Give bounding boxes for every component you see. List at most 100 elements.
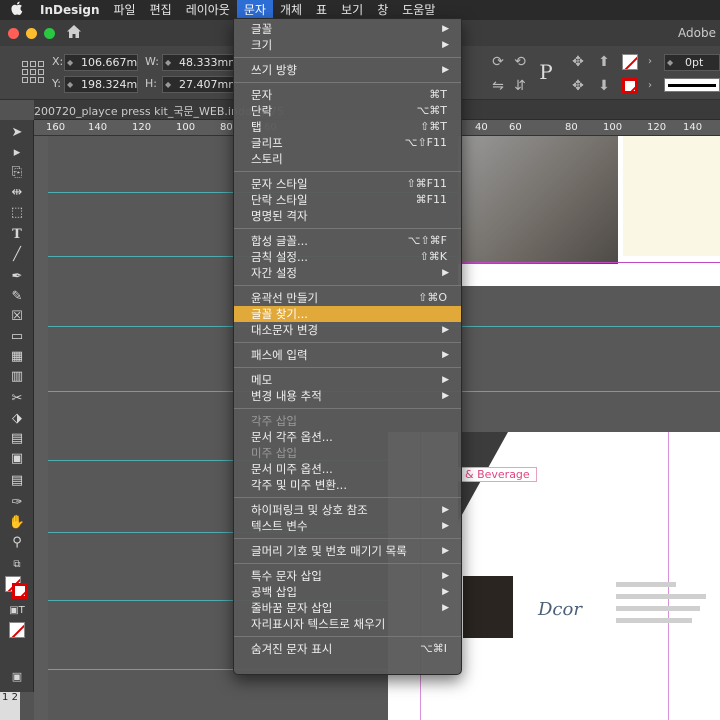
fill-arrow-icon[interactable]: ›: [640, 52, 660, 72]
menubar-item[interactable]: 파일: [107, 0, 143, 20]
menubar-item[interactable]: 개체: [273, 0, 309, 20]
select-previous-icon[interactable]: ⬆: [594, 52, 614, 72]
menu-item[interactable]: 메모 ▶: [234, 372, 461, 388]
stroke-arrow-icon[interactable]: ›: [640, 76, 660, 96]
menu-item[interactable]: 쓰기 방향 ▶: [234, 62, 461, 78]
menu-item[interactable]: 윤곽선 만들기 ⇧⌘O: [234, 290, 461, 306]
note-tool-icon[interactable]: ▤: [8, 472, 26, 490]
minimize-window-button[interactable]: [26, 28, 37, 39]
menu-item[interactable]: 패스에 입력 ▶: [234, 347, 461, 363]
stroke-type-field[interactable]: [664, 78, 720, 92]
x-position-field[interactable]: ◆106.667mm: [64, 54, 138, 71]
eyedropper-tool-icon[interactable]: ✑: [8, 494, 26, 512]
paragraph-symbol-icon[interactable]: P: [536, 62, 556, 82]
menu-item[interactable]: 글꼴 찾기...: [234, 306, 461, 322]
close-window-button[interactable]: [8, 28, 19, 39]
select-container-icon[interactable]: ✥: [568, 52, 588, 72]
menubar-item[interactable]: 창: [370, 0, 395, 20]
menu-item[interactable]: 변경 내용 추적 ▶: [234, 388, 461, 404]
content-collector-icon[interactable]: ⬚: [8, 204, 26, 222]
menu-item[interactable]: 특수 문자 삽입 ▶: [234, 568, 461, 584]
menu-item[interactable]: 스토리: [234, 151, 461, 167]
menu-item[interactable]: 하이퍼링크 및 상호 참조 ▶: [234, 502, 461, 518]
stroke-color-icon[interactable]: [12, 583, 28, 599]
rotate-icon[interactable]: ⟳: [488, 52, 508, 72]
pen-tool-icon[interactable]: ✒: [8, 268, 26, 286]
menu-item[interactable]: 공백 삽입 ▶: [234, 584, 461, 600]
menu-item[interactable]: 문서 미주 옵션...: [234, 461, 461, 477]
selection-tool-icon[interactable]: ➤: [8, 124, 26, 142]
vertical-ruler[interactable]: [34, 136, 48, 720]
gradient-swatch-tool-icon[interactable]: ▤: [8, 430, 26, 448]
menubar-item[interactable]: 편집: [143, 0, 179, 20]
gradient-feather-tool-icon[interactable]: ▣: [8, 450, 26, 468]
free-transform-tool-icon[interactable]: ⬗: [8, 410, 26, 428]
column-guide: [668, 432, 669, 720]
restaurant-thumbnail-image[interactable]: [463, 576, 513, 638]
menu-item[interactable]: 탭 ⇧⌘T: [234, 119, 461, 135]
menu-item[interactable]: 자간 설정 ▶: [234, 265, 461, 281]
type-tool-icon[interactable]: T: [8, 226, 26, 244]
height-field[interactable]: ◆ 27.407mm: [162, 76, 236, 93]
grid-tool-icon[interactable]: ▥: [8, 368, 26, 386]
menubar-item[interactable]: 문자: [236, 0, 273, 20]
pencil-tool-icon[interactable]: ✎: [8, 288, 26, 306]
home-icon[interactable]: [66, 24, 82, 40]
hand-tool-icon[interactable]: ✋: [8, 514, 26, 532]
flip-vertical-icon[interactable]: ⇵: [510, 76, 530, 96]
menu-item[interactable]: 텍스트 변수 ▶: [234, 518, 461, 534]
line-tool-icon[interactable]: ╱: [8, 246, 26, 264]
apply-none-icon[interactable]: [9, 622, 25, 638]
zoom-window-button[interactable]: [44, 28, 55, 39]
menu-item[interactable]: 합성 글꼴... ⌥⇧⌘F: [234, 233, 461, 249]
menu-item[interactable]: 글리프 ⌥⇧F11: [234, 135, 461, 151]
menu-item[interactable]: 자리표시자 텍스트로 채우기: [234, 616, 461, 632]
screen-mode-icon[interactable]: ▣: [8, 668, 26, 686]
menubar-item[interactable]: 도움말: [395, 0, 442, 20]
rectangle-tool-icon[interactable]: ▭: [8, 328, 26, 346]
menubar-item[interactable]: 보기: [334, 0, 370, 20]
menu-item[interactable]: 숨겨진 문자 표시 ⌥⌘I: [234, 641, 461, 657]
gap-tool-icon[interactable]: ⇹: [8, 184, 26, 202]
flip-horizontal-icon[interactable]: ⇋: [488, 76, 508, 96]
stroke-swatch[interactable]: [622, 78, 638, 94]
select-content-icon[interactable]: ✥: [568, 76, 588, 96]
room-photo-image[interactable]: [458, 136, 618, 264]
menu-item[interactable]: 글머리 기호 및 번호 매기기 목록 ▶: [234, 543, 461, 559]
menu-item[interactable]: 금칙 설정... ⇧⌘K: [234, 249, 461, 265]
menu-item[interactable]: 줄바꿈 문자 삽입 ▶: [234, 600, 461, 616]
reference-point-icon[interactable]: [22, 61, 44, 83]
menu-item[interactable]: 글꼴 ▶: [234, 21, 461, 37]
menu-item[interactable]: 문자 ⌘T: [234, 87, 461, 103]
menubar-item[interactable]: InDesign: [34, 0, 107, 20]
default-fill-stroke-icon[interactable]: ⧉: [8, 556, 26, 574]
select-next-icon[interactable]: ⬇: [594, 76, 614, 96]
category-tag[interactable]: & Beverage: [458, 467, 537, 482]
menu-item[interactable]: 각주 및 미주 변환...: [234, 477, 461, 493]
formatting-affects-container-icon[interactable]: ▣T: [8, 602, 26, 620]
table-tool-icon[interactable]: ▦: [8, 348, 26, 366]
apple-menu-icon[interactable]: [0, 1, 34, 19]
fill-swatch[interactable]: [622, 54, 638, 70]
menu-item[interactable]: 명명된 격자: [234, 208, 461, 224]
scissors-tool-icon[interactable]: ✂: [8, 390, 26, 408]
menubar-item[interactable]: 레이아웃: [179, 0, 237, 20]
menu-item[interactable]: 단락 ⌥⌘T: [234, 103, 461, 119]
menubar-item[interactable]: 표: [309, 0, 334, 20]
page-number-indicator[interactable]: 1 2: [0, 692, 20, 720]
yellow-text-frame[interactable]: [623, 136, 720, 256]
menu-item[interactable]: 단락 스타일 ⌘F11: [234, 192, 461, 208]
menu-item-label: 스토리: [251, 152, 283, 166]
rectangle-frame-tool-icon[interactable]: ☒: [8, 308, 26, 326]
menu-item[interactable]: 문자 스타일 ⇧⌘F11: [234, 176, 461, 192]
width-field[interactable]: ◆ 48.333mm: [162, 54, 236, 71]
menu-item[interactable]: 크기 ▶: [234, 37, 461, 53]
stroke-weight-field[interactable]: ◆ 0pt: [664, 54, 720, 71]
y-position-field[interactable]: ◆198.324mm: [64, 76, 138, 93]
direct-selection-tool-icon[interactable]: ▸: [8, 144, 26, 162]
zoom-tool-icon[interactable]: ⚲: [8, 534, 26, 552]
rotate-ccw-icon[interactable]: ⟲: [510, 52, 530, 72]
page-tool-icon[interactable]: ⎘: [8, 164, 26, 182]
menu-item[interactable]: 대소문자 변경 ▶: [234, 322, 461, 338]
menu-item[interactable]: 문서 각주 옵션...: [234, 429, 461, 445]
